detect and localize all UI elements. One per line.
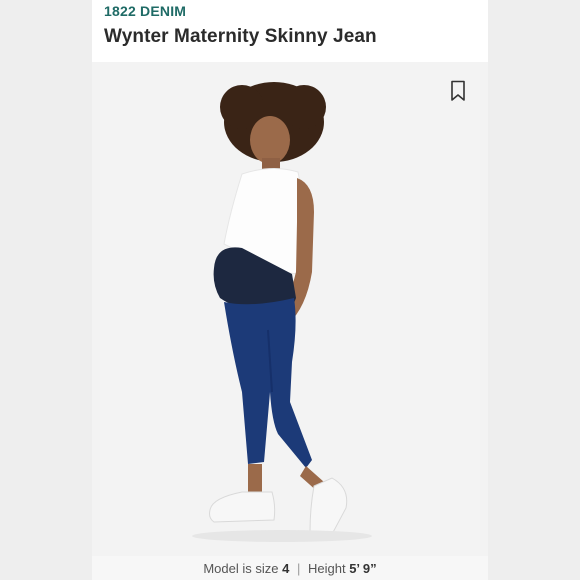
height-label: Height [307,561,346,576]
size-label: Model is size [203,561,279,576]
brand-name[interactable]: 1822 DENIM [104,3,186,19]
height-value: 5’ 9” [349,561,377,576]
product-photo[interactable] [92,62,488,556]
model-size-info: Model is size 4 | Height 5’ 9” [92,556,488,580]
product-title: Wynter Maternity Skinny Jean [104,26,377,47]
product-card: 1822 DENIM Wynter Maternity Skinny Jean [92,0,488,580]
model-illustration [192,82,372,542]
divider: | [296,561,301,576]
size-value: 4 [282,561,290,576]
bookmark-icon[interactable] [448,80,468,102]
